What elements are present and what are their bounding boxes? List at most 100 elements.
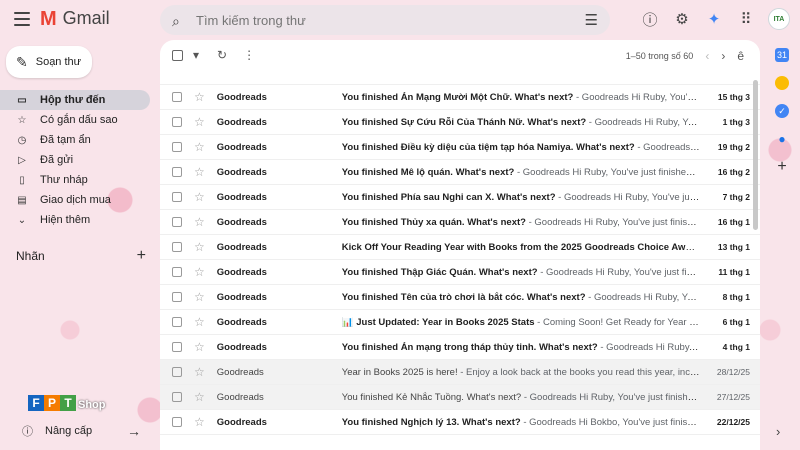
table-row[interactable]: ☆ Goodreads You finished Kẻ Nhắc Tuồng. Wh… (160, 385, 760, 410)
email-date: 7 thg 2 (722, 192, 750, 202)
search-bar[interactable]: ⌕ ☰ (160, 5, 610, 35)
email-sender: Goodreads (216, 166, 267, 178)
email-snippet: - Goodreads Hi Ruby, You've just fi... (575, 91, 700, 103)
sidebar-item-1[interactable]: ☆ Có gắn dấu sao (0, 110, 150, 130)
email-date: 28/12/25 (716, 367, 750, 377)
sidebar-item-0[interactable]: ▭ Hộp thư đến (0, 90, 150, 110)
row-checkbox[interactable] (172, 217, 182, 227)
star-icon[interactable]: ☆ (194, 215, 205, 229)
star-icon[interactable]: ☆ (194, 290, 205, 304)
email-snippet: - Goodreads Hi Ruby, You've just finishe… (540, 266, 700, 278)
expand-panel-icon[interactable]: › (776, 424, 780, 439)
table-row[interactable]: ☆ Goodreads You finished Phía sau Nghi can… (160, 185, 760, 210)
keep-icon[interactable] (775, 76, 789, 90)
star-icon[interactable]: ☆ (194, 390, 205, 404)
email-content: You finished Thủy xa quán. What's next? … (342, 217, 700, 228)
email-date: 4 thg 1 (722, 342, 750, 352)
sidebar-item-6[interactable]: ⌄ Hiện thêm (0, 210, 150, 230)
table-row[interactable]: ☆ Goodreads You finished Sự Cứu Rỗi Của Th… (160, 110, 760, 135)
star-icon[interactable]: ☆ (194, 315, 205, 329)
star-icon[interactable]: ☆ (194, 365, 205, 379)
row-checkbox[interactable] (172, 292, 182, 302)
row-checkbox[interactable] (172, 192, 182, 202)
table-row[interactable]: ☆ Goodreads Year in Books 2025 is here! - … (160, 360, 760, 385)
next-page-icon[interactable]: › (721, 49, 725, 63)
star-icon[interactable]: ☆ (194, 240, 205, 254)
row-checkbox[interactable] (172, 392, 182, 402)
star-icon[interactable]: ☆ (194, 415, 205, 429)
search-input[interactable] (196, 12, 585, 28)
sidebar-item-2[interactable]: ◷ Đã tạm ẩn (0, 130, 150, 150)
star-icon[interactable]: ☆ (194, 140, 205, 154)
gmail-logo[interactable]: M Gmail (40, 8, 110, 29)
table-row[interactable]: ☆ Goodreads You finished Điều kỳ diệu của … (160, 135, 760, 160)
table-row[interactable]: ☆ Goodreads You finished Nghịch lý 13. Wha… (160, 410, 760, 435)
apps-grid-icon[interactable]: ⠿ (736, 9, 756, 29)
row-checkbox[interactable] (172, 92, 182, 102)
email-date: 16 thg 1 (717, 217, 750, 227)
email-snippet: - Goodreads Hi Ruby, You've just finishe… (523, 391, 700, 403)
sidebar-item-5[interactable]: ▤ Giao dịch mua (0, 190, 150, 210)
row-checkbox[interactable] (172, 417, 182, 427)
compose-label: Soạn thư (35, 56, 82, 68)
top-icons: ⓘ ⚙ ✦ ⠿ ITA (640, 8, 790, 30)
account-avatar[interactable]: ITA (768, 8, 790, 30)
row-checkbox[interactable] (172, 142, 182, 152)
row-checkbox[interactable] (172, 317, 182, 327)
star-icon[interactable]: ☆ (194, 340, 205, 354)
input-tools-icon[interactable]: ê (737, 49, 744, 63)
search-icon[interactable]: ⌕ (172, 13, 186, 29)
email-content: You finished Nghịch lý 13. What's next? … (342, 417, 700, 428)
add-label-icon[interactable]: + (137, 247, 146, 265)
add-app-icon[interactable]: + (775, 158, 789, 175)
row-checkbox[interactable] (172, 117, 182, 127)
upgrade-button[interactable]: ⓘ Nâng cấp → (0, 418, 155, 444)
email-list: ☆ Goodreads You finished Án Mạng Mười Một … (160, 70, 760, 435)
scrollbar[interactable] (753, 80, 758, 230)
select-dropdown-icon[interactable]: ▾ (193, 48, 199, 62)
row-checkbox[interactable] (172, 167, 182, 177)
star-icon[interactable]: ☆ (194, 90, 205, 104)
compose-button[interactable]: ✎ Soạn thư (6, 46, 92, 78)
contacts-icon[interactable]: ● (775, 132, 789, 146)
table-row[interactable]: ☆ Goodreads You finished Thủy xa quán. Wha… (160, 210, 760, 235)
select-all-checkbox[interactable] (172, 49, 183, 61)
inbox-icon: ▭ (17, 94, 27, 106)
star-icon[interactable]: ☆ (194, 190, 205, 204)
sidebar-item-3[interactable]: ▷ Đã gửi (0, 150, 150, 170)
row-checkbox[interactable] (172, 342, 182, 352)
star-icon[interactable]: ☆ (194, 115, 205, 129)
help-icon[interactable]: ⓘ (640, 9, 660, 29)
star-icon[interactable]: ☆ (194, 165, 205, 179)
email-snippet: - Goodreads Hi Ruby, You've just finishe… (514, 166, 700, 178)
prev-page-icon[interactable]: ‹ (705, 49, 709, 63)
sidebar-item-4[interactable]: ▯ Thư nháp (0, 170, 150, 190)
upgrade-label: Nâng cấp (45, 425, 93, 437)
row-checkbox[interactable] (172, 267, 182, 277)
table-row[interactable]: ☆ Goodreads You finished Tên của trò chơi … (160, 285, 760, 310)
mail-panel: ▾ ↻ ⋮ 1–50 trong số 60 ‹ › ê ☆ Goodreads Y… (160, 40, 760, 450)
table-row[interactable]: ☆ Goodreads You finished Án Mạng Mười Một … (160, 85, 760, 110)
table-row[interactable]: ☆ Goodreads 📊 Just Updated: Year in Books … (160, 310, 760, 335)
sidebar-nav: ▭ Hộp thư đến ☆ Có gắn dấu sao ◷ Đã tạm ẩn ▷ Đã… (0, 90, 150, 230)
email-snippet: - Goodreads Hi Ruby, You've just ... (588, 116, 700, 128)
email-snippet: - Goodreads Hi Bokbo, You've just finish… (520, 416, 700, 428)
main-menu-icon[interactable] (14, 12, 30, 26)
search-options-icon[interactable]: ☰ (585, 11, 598, 29)
star-icon[interactable]: ☆ (194, 265, 205, 279)
email-snippet: - Goodreads Hi Ruby, You've just... (588, 291, 700, 303)
gemini-sparkle-icon[interactable]: ✦ (704, 9, 724, 29)
row-checkbox[interactable] (172, 242, 182, 252)
table-row-partial[interactable] (160, 70, 760, 85)
calendar-icon[interactable]: 31 (775, 48, 789, 62)
more-options-icon[interactable]: ⋮ (243, 48, 255, 62)
table-row[interactable]: ☆ Goodreads Kick Off Your Reading Year wit… (160, 235, 760, 260)
refresh-icon[interactable]: ↻ (217, 48, 227, 62)
table-row[interactable]: ☆ Goodreads You finished Thập Giác Quán. W… (160, 260, 760, 285)
table-row[interactable]: ☆ Goodreads You finished Mê lộ quán. What'… (160, 160, 760, 185)
settings-gear-icon[interactable]: ⚙ (672, 9, 692, 29)
row-checkbox[interactable] (172, 367, 182, 377)
brand-shop-text: Shop (78, 399, 106, 411)
tasks-icon[interactable]: ✓ (775, 104, 789, 118)
table-row[interactable]: ☆ Goodreads You finished Án mạng trong thá… (160, 335, 760, 360)
